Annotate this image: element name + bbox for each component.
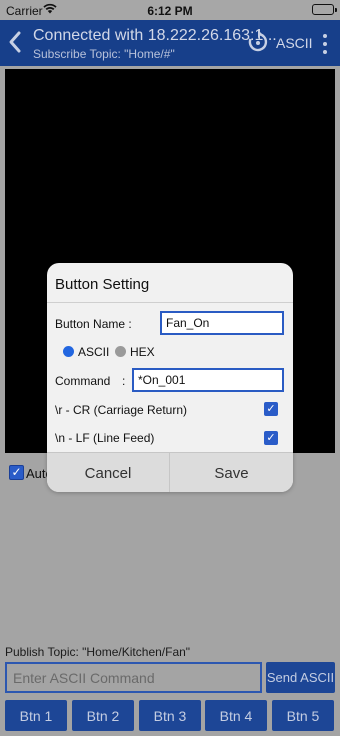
publish-topic: Publish Topic: "Home/Kitchen/Fan" [5,645,191,659]
clock: 6:12 PM [147,4,193,18]
mode-toggle[interactable]: ASCII [276,35,313,51]
checkbox-checked-icon[interactable]: ✓ [9,465,24,480]
macro-button-1[interactable]: Btn 1 [5,700,67,731]
back-chevron-icon[interactable] [4,28,28,56]
dialog-title: Button Setting [55,276,150,293]
cr-checkbox[interactable]: ✓ [264,402,278,416]
refresh-icon[interactable] [246,29,270,55]
command-label: Command [55,374,111,388]
divider [47,302,293,303]
radio-ascii-label[interactable]: ASCII [78,345,109,359]
send-ascii-button[interactable]: Send ASCII [266,662,335,693]
button-name-field[interactable] [160,311,284,335]
macro-button-4[interactable]: Btn 4 [205,700,267,731]
more-vertical-icon[interactable] [318,32,332,56]
macro-button-2[interactable]: Btn 2 [72,700,134,731]
button-setting-dialog: Button Setting Button Name : ASCII HEX C… [47,263,293,492]
radio-hex-label[interactable]: HEX [130,345,155,359]
macro-button-3[interactable]: Btn 3 [139,700,201,731]
macro-button-row: Btn 1 Btn 2 Btn 3 Btn 4 Btn 5 [5,700,335,731]
command-colon: : [122,374,126,388]
nav-bar: Connected with 18.222.26.163:1... Subscr… [0,20,340,66]
button-name-label: Button Name : [55,317,132,331]
radio-ascii-selected[interactable] [63,346,74,357]
cancel-button[interactable]: Cancel [47,453,170,492]
radio-hex[interactable] [115,346,126,357]
cr-label: \r - CR (Carriage Return) [55,403,188,417]
macro-button-5[interactable]: Btn 5 [272,700,334,731]
lf-label: \n - LF (Line Feed) [55,431,155,445]
connection-title: Connected with 18.222.26.163:1... [33,27,277,44]
dialog-button-bar: Cancel Save [47,452,293,492]
command-field[interactable] [132,368,284,392]
status-bar: Carrier 6:12 PM [0,0,340,20]
battery-icon [312,4,337,15]
lf-checkbox[interactable]: ✓ [264,431,278,445]
save-button[interactable]: Save [170,453,293,492]
command-input[interactable] [5,662,262,693]
subscribe-topic: Subscribe Topic: "Home/#" [33,47,175,61]
